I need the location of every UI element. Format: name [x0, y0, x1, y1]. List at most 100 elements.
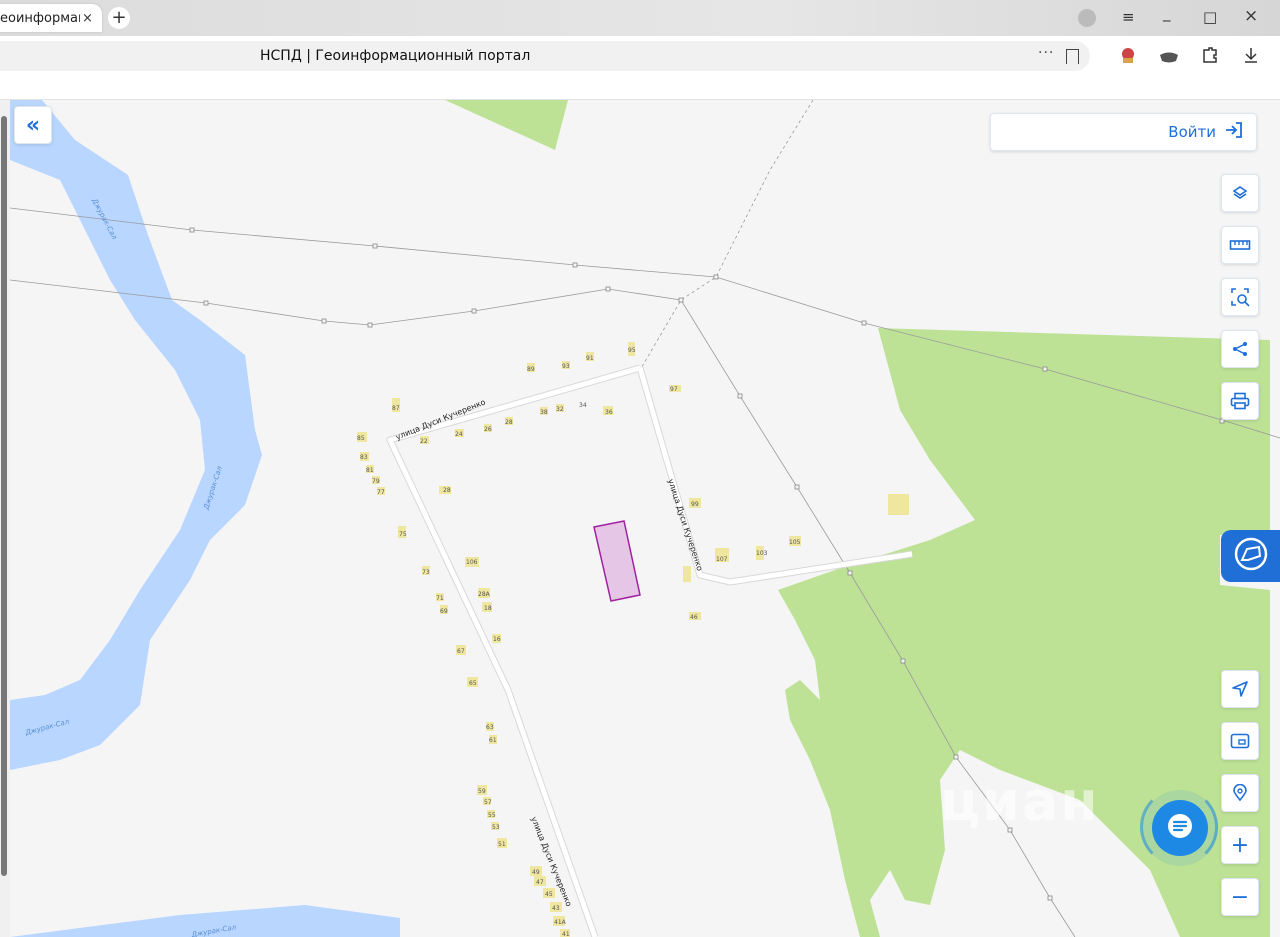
house-number: 49 [532, 869, 540, 876]
house-number: 47 [536, 879, 544, 886]
house-number: 28 [505, 419, 513, 426]
house-number: 41А [554, 919, 567, 926]
area-select-icon [1230, 287, 1250, 307]
zoom-in-button[interactable]: + [1221, 826, 1259, 864]
house-number: 87 [392, 405, 400, 412]
house-number: 41 [562, 931, 570, 937]
house-number: 18 [484, 605, 492, 612]
minimap-button[interactable] [1221, 722, 1259, 760]
house-number: 53 [492, 824, 500, 831]
login-label: Войти [1168, 123, 1216, 141]
house-number: 26 [484, 426, 492, 433]
house-number: 79 [372, 478, 380, 485]
tab-close-icon[interactable]: × [82, 11, 93, 26]
house-number: 16 [493, 636, 501, 643]
house-number: 24 [455, 431, 463, 438]
layers-button[interactable] [1221, 174, 1259, 212]
house-number: 106 [466, 559, 478, 566]
house-number: 91 [586, 355, 594, 362]
maximize-button[interactable]: □ [1203, 8, 1217, 26]
selected-parcel [593, 520, 641, 602]
profile-icon[interactable] [1078, 9, 1096, 27]
house-number: 38 [540, 409, 548, 416]
street-label: улица Дуси Кучеренко [666, 478, 704, 572]
login-icon [1224, 121, 1244, 143]
print-button[interactable] [1221, 382, 1259, 420]
navigation-arrow-icon [1231, 680, 1249, 698]
collapse-panel-button[interactable]: « [14, 106, 52, 144]
river [10, 100, 262, 770]
house-number: 99 [691, 501, 699, 508]
bookmark-icon[interactable] [1066, 49, 1079, 64]
address-bar: НСПД | Геоинформационный портал ··· [0, 36, 1280, 76]
share-button[interactable] [1221, 330, 1259, 368]
house-number: 43 [552, 905, 560, 912]
address-field[interactable] [0, 41, 1090, 71]
street-road [636, 367, 913, 586]
area-select-button[interactable] [1221, 278, 1259, 316]
page-title: НСПД | Геоинформационный портал [260, 48, 531, 64]
house-number: 93 [562, 363, 570, 370]
more-icon[interactable]: ··· [1038, 45, 1054, 61]
power-line-dashed [639, 100, 814, 371]
zoom-out-button[interactable]: − [1221, 878, 1259, 916]
login-button[interactable]: Войти [990, 113, 1257, 151]
house-number: 32 [556, 406, 564, 413]
print-icon [1230, 392, 1250, 410]
watermark-text: циан [940, 770, 1100, 833]
house-number: 71 [436, 595, 444, 602]
minimize-button[interactable]: _ [1163, 4, 1171, 22]
house-number: 65 [469, 680, 477, 687]
nspd-logo-icon [1233, 536, 1269, 576]
house-number: 95 [628, 347, 636, 354]
house-number: 46 [690, 614, 698, 621]
scrollbar-thumb[interactable] [1, 116, 7, 876]
chat-icon [1165, 811, 1195, 845]
download-icon[interactable] [1243, 46, 1259, 68]
layers-icon [1231, 184, 1249, 202]
location-search-icon [1231, 784, 1249, 802]
house-number: 45 [545, 891, 553, 898]
house-number: 51 [498, 841, 506, 848]
house-number: 107 [716, 556, 728, 563]
bookmarks-bar [0, 76, 1280, 100]
house-number: 75 [399, 531, 407, 538]
tab-title: еоинформаци [0, 10, 80, 26]
vpn-icon[interactable] [1158, 46, 1180, 70]
location-search-button[interactable] [1221, 774, 1259, 812]
ruler-button[interactable] [1221, 226, 1259, 264]
extension-icon[interactable] [1118, 46, 1138, 70]
house-number: 55 [488, 812, 496, 819]
house-number: 81 [366, 467, 374, 474]
house-number: 34 [579, 402, 587, 409]
house-number: 85 [357, 435, 365, 442]
browser-menu-icon[interactable]: ≡ [1122, 8, 1135, 26]
close-window-button[interactable]: × [1244, 6, 1258, 26]
chat-button[interactable] [1152, 800, 1208, 856]
nspd-logo-button[interactable] [1221, 530, 1280, 582]
house-number: 77 [377, 489, 385, 496]
house-number: 69 [440, 608, 448, 615]
house-number: 28А [478, 591, 491, 598]
house-number: 59 [478, 788, 486, 795]
house-number: 67 [457, 648, 465, 655]
house-number: 63 [486, 724, 494, 731]
house-number: 83 [360, 454, 368, 461]
house-number: 61 [489, 737, 497, 744]
house-number: 97 [670, 386, 678, 393]
house-number: 73 [422, 569, 430, 576]
new-tab-button[interactable]: + [108, 7, 130, 29]
street-road [386, 364, 641, 937]
house-number: 36 [605, 409, 613, 416]
house-number: 89 [527, 366, 535, 373]
house-number: 105 [789, 539, 801, 546]
minimap-icon [1230, 733, 1250, 749]
forest-area [445, 100, 568, 150]
locate-button[interactable] [1221, 670, 1259, 708]
browser-tab[interactable]: еоинформаци × [0, 4, 102, 32]
puzzle-extension-icon[interactable] [1200, 46, 1220, 70]
house-number: 22 [420, 438, 428, 445]
house-number: 28 [443, 487, 451, 494]
house-number: 103 [756, 550, 768, 557]
house-number: 57 [484, 799, 492, 806]
